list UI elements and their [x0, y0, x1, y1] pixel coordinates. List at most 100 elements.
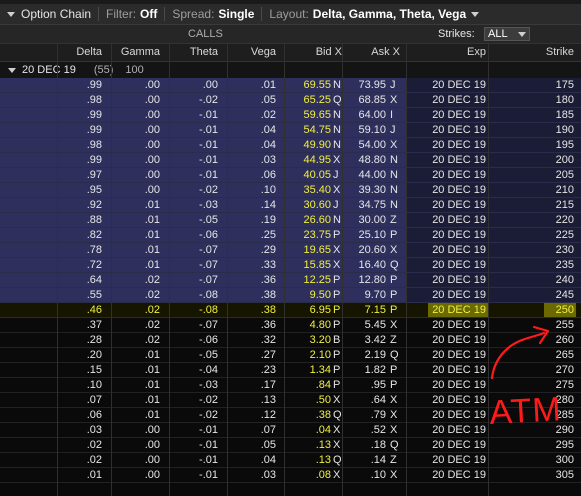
- cell-ask[interactable]: 59.10: [344, 124, 386, 136]
- table-row[interactable]: .07.01 -.02.13.50 X .64 X 20 DEC 19 280: [0, 393, 581, 408]
- table-row[interactable]: .55.02 -.08.38 9.50 P 9.70 P 20 DEC 19 245: [0, 288, 581, 303]
- cell-bid[interactable]: .38: [286, 409, 331, 421]
- column-header-ask[interactable]: Ask X: [344, 46, 400, 58]
- table-row[interactable]: .99.00 -.01.02 59.65 N 64.00 I 20 DEC 19 185: [0, 108, 581, 123]
- cell-ask[interactable]: .52: [344, 424, 386, 436]
- table-row[interactable]: .10.01 -.03.17.84 P .95 P 20 DEC 19 275: [0, 378, 581, 393]
- table-row[interactable]: .99.00 -.01.04 54.75 N 59.10 J 20 DEC 19 190: [0, 123, 581, 138]
- cell-askex: Q: [390, 349, 399, 361]
- table-row[interactable]: .06.01 -.02.12.38 Q .79 X 20 DEC 19 285: [0, 408, 581, 423]
- cell-ask[interactable]: 25.10: [344, 229, 386, 241]
- cell-bid[interactable]: .04: [286, 424, 331, 436]
- cell-ask[interactable]: 30.00: [344, 214, 386, 226]
- table-row[interactable]: .46.02 -.08.38 6.95 P 7.15 P 20 DEC 19 250: [0, 303, 581, 318]
- cell-ask[interactable]: 44.00: [344, 169, 386, 181]
- cell-ask[interactable]: 9.70: [344, 289, 386, 301]
- table-row[interactable]: .78.01 -.07.29 19.65 X 20.60 X 20 DEC 19 230: [0, 243, 581, 258]
- cell-ask[interactable]: 34.75: [344, 199, 386, 211]
- cell-bid[interactable]: 65.25: [286, 94, 331, 106]
- table-row[interactable]: .28.02 -.06.32 3.20 B 3.42 Z 20 DEC 19 260: [0, 333, 581, 348]
- spread-control[interactable]: Spread: Single: [165, 7, 263, 21]
- table-row[interactable]: .88.01 -.05.19 26.60 N 30.00 Z 20 DEC 19 220: [0, 213, 581, 228]
- cell-ask[interactable]: 2.19: [344, 349, 386, 361]
- cell-ask[interactable]: .10: [344, 469, 386, 481]
- cell-bid[interactable]: 49.90: [286, 139, 331, 151]
- column-header-strike[interactable]: Strike: [500, 46, 574, 58]
- cell-ask[interactable]: .95: [344, 379, 386, 391]
- option-chain-section-toggle[interactable]: Option Chain: [0, 7, 100, 21]
- cell-ask[interactable]: .64: [344, 394, 386, 406]
- cell-bid[interactable]: 26.60: [286, 214, 331, 226]
- cell-ask[interactable]: .18: [344, 439, 386, 451]
- cell-bid[interactable]: 2.10: [286, 349, 331, 361]
- cell-bid[interactable]: 3.20: [286, 334, 331, 346]
- cell-bid[interactable]: 44.95: [286, 154, 331, 166]
- cell-ask[interactable]: .79: [344, 409, 386, 421]
- cell-ask[interactable]: 12.80: [344, 274, 386, 286]
- cell-ask[interactable]: 7.15: [344, 304, 386, 316]
- cell-ask[interactable]: 48.80: [344, 154, 386, 166]
- cell-bid[interactable]: .13: [286, 454, 331, 466]
- cell-exp: 20 DEC 19: [432, 124, 486, 136]
- cell-ask[interactable]: 68.85: [344, 94, 386, 106]
- cell-vega: .07: [260, 424, 276, 436]
- cell-ask[interactable]: 54.00: [344, 139, 386, 151]
- cell-ask[interactable]: 39.30: [344, 184, 386, 196]
- cell-bid[interactable]: 23.75: [286, 229, 331, 241]
- table-row[interactable]: .99.00.00.01 69.55 N 73.95 J 20 DEC 19 175: [0, 78, 581, 93]
- column-header-exp[interactable]: Exp: [420, 46, 486, 58]
- column-header-delta[interactable]: Delta: [60, 46, 102, 58]
- table-row[interactable]: .95.00 -.02.10 35.40 X 39.30 N 20 DEC 19 210: [0, 183, 581, 198]
- filter-control[interactable]: Filter: Off: [99, 7, 166, 21]
- table-row[interactable]: .02.00 -.01.05.13 X .18 Q 20 DEC 19 295: [0, 438, 581, 453]
- cell-ask[interactable]: 20.60: [344, 244, 386, 256]
- cell-ask[interactable]: 1.82: [344, 364, 386, 376]
- cell-bid[interactable]: 19.65: [286, 244, 331, 256]
- layout-control[interactable]: Layout: Delta, Gamma, Theta, Vega: [262, 7, 486, 21]
- cell-bid[interactable]: 9.50: [286, 289, 331, 301]
- cell-bid[interactable]: 12.25: [286, 274, 331, 286]
- cell-bid[interactable]: 30.60: [286, 199, 331, 211]
- column-header-vega[interactable]: Vega: [230, 46, 276, 58]
- cell-ask[interactable]: 73.95: [344, 79, 386, 91]
- cell-bid[interactable]: 15.85: [286, 259, 331, 271]
- cell-bid[interactable]: 35.40: [286, 184, 331, 196]
- column-header-bid[interactable]: Bid X: [286, 46, 342, 58]
- cell-bid[interactable]: 40.05: [286, 169, 331, 181]
- table-row[interactable]: .03.00 -.01.07.04 X .52 X 20 DEC 19 290: [0, 423, 581, 438]
- table-row[interactable]: .37.02 -.07.36 4.80 P 5.45 X 20 DEC 19 255: [0, 318, 581, 333]
- table-row[interactable]: .82.01 -.06.25 23.75 P 25.10 P 20 DEC 19 225: [0, 228, 581, 243]
- table-row[interactable]: .15.01 -.04.23 1.34 P 1.82 P 20 DEC 19 270: [0, 363, 581, 378]
- cell-ask[interactable]: 5.45: [344, 319, 386, 331]
- cell-ask[interactable]: .14: [344, 454, 386, 466]
- cell-ask[interactable]: 3.42: [344, 334, 386, 346]
- table-row[interactable]: .64.02 -.07.36 12.25 P 12.80 P 20 DEC 19 240: [0, 273, 581, 288]
- expiration-group-header[interactable]: 20 DEC 19 (55) 100: [0, 62, 581, 79]
- table-row[interactable]: .02.00 -.01.04.13 Q .14 Z 20 DEC 19 300: [0, 453, 581, 468]
- column-header-gamma[interactable]: Gamma: [114, 46, 160, 58]
- cell-gamma: .00: [144, 454, 160, 466]
- cell-bid[interactable]: .84: [286, 379, 331, 391]
- table-row[interactable]: .98.00 -.02.05 65.25 Q 68.85 X 20 DEC 19 180: [0, 93, 581, 108]
- table-row[interactable]: .99.00 -.01.03 44.95 X 48.80 N 20 DEC 19 200: [0, 153, 581, 168]
- table-row[interactable]: .97.00 -.01.06 40.05 J 44.00 N 20 DEC 19 205: [0, 168, 581, 183]
- table-row[interactable]: .01.00 -.01.03.08 X .10 X 20 DEC 19 305: [0, 468, 581, 483]
- cell-bid[interactable]: .50: [286, 394, 331, 406]
- table-row[interactable]: .98.00 -.01.04 49.90 N 54.00 X 20 DEC 19 195: [0, 138, 581, 153]
- cell-ask[interactable]: 16.40: [344, 259, 386, 271]
- table-row[interactable]: .72.01 -.07.33 15.85 X 16.40 Q 20 DEC 19 235: [0, 258, 581, 273]
- cell-bid[interactable]: 54.75: [286, 124, 331, 136]
- cell-theta: -.02: [199, 394, 218, 406]
- cell-bid[interactable]: .13: [286, 439, 331, 451]
- cell-bid[interactable]: 59.65: [286, 109, 331, 121]
- cell-bid[interactable]: 4.80: [286, 319, 331, 331]
- cell-ask[interactable]: 64.00: [344, 109, 386, 121]
- column-header-theta[interactable]: Theta: [172, 46, 218, 58]
- table-row[interactable]: .20.01 -.05.27 2.10 P 2.19 Q 20 DEC 19 265: [0, 348, 581, 363]
- cell-bid[interactable]: .08: [286, 469, 331, 481]
- table-row[interactable]: .92.01 -.03.14 30.60 J 34.75 N 20 DEC 19 215: [0, 198, 581, 213]
- cell-bid[interactable]: 69.55: [286, 79, 331, 91]
- cell-bid[interactable]: 6.95: [286, 304, 331, 316]
- cell-bid[interactable]: 1.34: [286, 364, 331, 376]
- strikes-dropdown[interactable]: ALL: [484, 27, 530, 41]
